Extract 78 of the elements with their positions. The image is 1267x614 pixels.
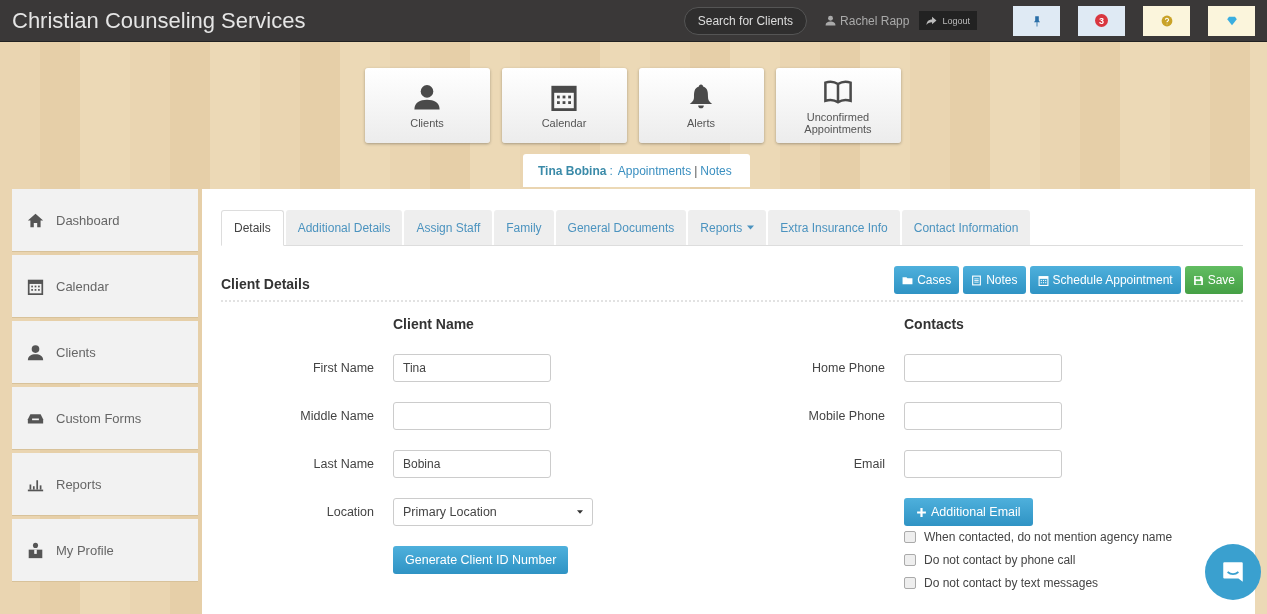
folder-icon (902, 274, 914, 286)
column-heading: Contacts (904, 316, 965, 332)
sidebar-item[interactable]: Custom Forms (12, 387, 198, 449)
nav-tile[interactable]: Unconfirmed Appointments (775, 68, 901, 143)
checkbox[interactable] (904, 531, 916, 543)
tab[interactable]: General Documents (555, 210, 687, 245)
caret-icon (747, 225, 755, 230)
nav-tile[interactable]: Calendar (501, 68, 627, 143)
app-title: Christian Counseling Services (12, 7, 306, 34)
checkbox[interactable] (904, 577, 916, 589)
caret-icon (577, 510, 583, 514)
section-title: Client Details (221, 276, 310, 292)
logout-button[interactable]: Logout (919, 11, 977, 30)
client-link[interactable]: Notes (700, 164, 732, 178)
tab[interactable]: Additional Details (285, 210, 403, 245)
client-link[interactable]: Appointments (617, 164, 692, 178)
field-label: Location (325, 505, 374, 519)
sidebar-item[interactable]: My Profile (12, 519, 198, 581)
text-field[interactable] (904, 402, 1062, 430)
client-name: Tina Bobina (538, 164, 607, 178)
text-field[interactable]: Bobina (393, 450, 551, 478)
sidebar-item[interactable]: Reports (12, 453, 198, 515)
tab[interactable]: Reports (688, 210, 767, 245)
field-label: First Name (311, 361, 374, 375)
text-field[interactable]: Tina (393, 354, 551, 382)
add-email-button[interactable]: Additional Email (904, 498, 1033, 526)
checkbox-label: When contacted, do not mention agency name (924, 530, 1173, 544)
text-field[interactable] (904, 354, 1062, 382)
search-clients-button[interactable]: Search for Clients (683, 6, 808, 35)
nav-tile[interactable]: Clients (364, 68, 490, 143)
diamond-icon (1225, 14, 1238, 27)
generate-id-button[interactable]: Generate Client ID Number (393, 546, 569, 574)
location-select[interactable]: Primary Location (393, 498, 593, 526)
tab[interactable]: Details (221, 210, 284, 246)
checkbox[interactable] (904, 554, 916, 566)
nav-tile[interactable]: Alerts (638, 68, 764, 143)
notification-button[interactable]: 3 (1078, 5, 1125, 36)
field-label: Last Name (312, 457, 374, 471)
field-label: Home Phone (811, 361, 885, 375)
sidebar-item[interactable]: Calendar (12, 255, 198, 317)
action-button[interactable]: Notes (963, 266, 1026, 294)
share-arrow-icon (926, 15, 938, 26)
user-badge-icon (27, 541, 44, 559)
bell-icon (687, 82, 715, 111)
notification-button[interactable] (1143, 5, 1190, 36)
action-button[interactable]: Cases (894, 266, 960, 294)
person-icon (413, 82, 441, 111)
tab[interactable]: Family (494, 210, 554, 245)
action-button[interactable]: Schedule Appointment (1029, 266, 1181, 294)
tab[interactable]: Assign Staff (404, 210, 493, 245)
checkbox-label: Do not contact by text messages (924, 576, 1099, 590)
plus-icon (916, 506, 927, 518)
text-field[interactable] (904, 450, 1062, 478)
calendar-icon (27, 277, 44, 295)
field-label: Email (852, 457, 885, 471)
person-icon (825, 15, 837, 26)
separator: | (694, 164, 698, 178)
tab[interactable]: Contact Information (901, 210, 1031, 245)
home-icon (27, 211, 44, 229)
notification-count-badge: 3 (1095, 14, 1108, 27)
checkbox-label: Do not contact by phone call (924, 553, 1076, 567)
question-icon (1160, 14, 1173, 27)
person-icon (27, 343, 44, 361)
calendar-icon (1037, 274, 1049, 286)
notification-button[interactable] (1013, 5, 1060, 36)
field-label: Mobile Phone (807, 409, 885, 423)
sidebar-item[interactable]: Clients (12, 321, 198, 383)
sidebar-item[interactable]: Dashboard (12, 189, 198, 251)
notes-icon (971, 274, 983, 286)
column-heading: Client Name (393, 316, 475, 332)
notification-button[interactable] (1208, 5, 1255, 36)
field-label: Middle Name (299, 409, 374, 423)
tab[interactable]: Extra Insurance Info (768, 210, 900, 245)
user-name-text: Rachel Rapp (840, 13, 910, 28)
action-button[interactable]: Save (1184, 266, 1243, 294)
text-field[interactable] (393, 402, 551, 430)
colon: : (609, 164, 613, 178)
chat-bubble-icon (1220, 559, 1246, 585)
